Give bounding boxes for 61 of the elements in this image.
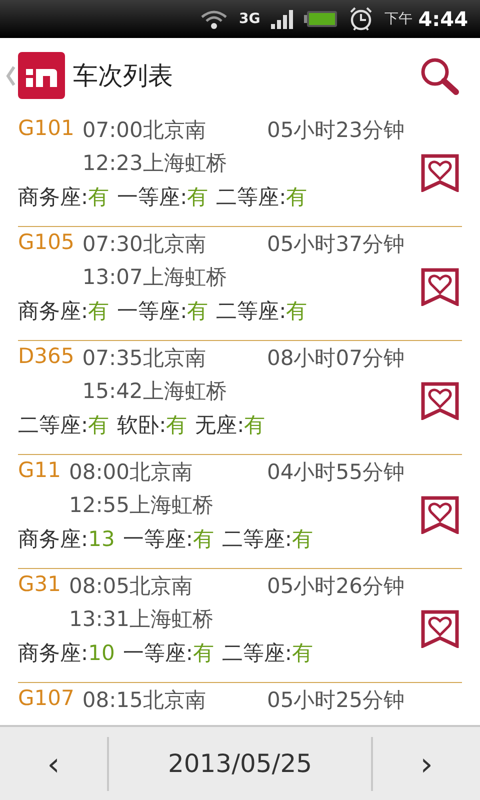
- seat-availability: 一等座:有: [122, 640, 214, 667]
- departure-time: 08:15北京南: [82, 687, 207, 714]
- heart-bookmark-icon[interactable]: [421, 268, 459, 306]
- seat-availability: 二等座:有: [216, 298, 308, 325]
- departure-time: 07:00北京南: [82, 117, 207, 144]
- travel-duration: 05小时37分钟: [267, 231, 406, 258]
- seat-availability: 商务座:有: [18, 184, 110, 211]
- departure-time: 08:05北京南: [69, 573, 194, 600]
- arrival-time: 15:42上海虹桥: [82, 378, 228, 405]
- travel-duration: 04小时55分钟: [267, 459, 406, 486]
- arrival-time: 12:55上海虹桥: [69, 492, 215, 519]
- clock: 4:44: [418, 7, 468, 31]
- train-item[interactable]: D365 07:35北京南 15:42上海虹桥 08小时07分钟 二等座:有 软卧:有 无座:有: [18, 341, 462, 455]
- seat-availability: 商务座:13: [18, 526, 115, 553]
- train-item[interactable]: G105 07:30北京南 13:07上海虹桥 05小时37分钟 商务座:有 一等座:有 二等座:有: [18, 227, 462, 341]
- network-label: 3G: [239, 11, 260, 27]
- heart-bookmark-icon[interactable]: [421, 610, 459, 648]
- alarm-icon: [348, 6, 374, 32]
- train-number: D365: [18, 344, 74, 370]
- seat-availability: 一等座:有: [117, 184, 208, 211]
- arrival-time: 13:31上海虹桥: [69, 606, 215, 633]
- train-item[interactable]: G101 07:00北京南 12:23上海虹桥 05小时23分钟 商务座:有 一等座:有 二等座:有: [18, 113, 462, 227]
- search-icon[interactable]: [420, 56, 460, 94]
- departure-time: 08:00北京南: [69, 459, 194, 486]
- seat-availability: 一等座:有: [117, 298, 208, 325]
- seat-availability: 一等座:有: [122, 526, 214, 553]
- train-item[interactable]: G11 08:00北京南 12:55上海虹桥 04小时55分钟 商务座:13 一等座:有 二等座:有: [18, 455, 462, 569]
- page-title: 车次列表: [73, 60, 173, 92]
- date-label: 2013/05/25: [107, 736, 373, 790]
- train-number: G105: [18, 230, 74, 256]
- seat-availability: 商务座:10: [18, 640, 115, 667]
- seat-availability: 商务座:有: [18, 298, 110, 325]
- time-period: 下午: [384, 10, 412, 28]
- train-number: G107: [18, 686, 74, 712]
- train-item[interactable]: G31 08:05北京南 13:31上海虹桥 05小时26分钟 商务座:10 一等座:有 二等座:有: [18, 569, 462, 683]
- next-day-button[interactable]: ›: [373, 736, 480, 790]
- travel-duration: 08小时07分钟: [267, 345, 406, 372]
- battery-icon: [304, 10, 338, 28]
- signal-icon: [270, 9, 294, 29]
- train-number: G31: [18, 572, 61, 598]
- travel-duration: 05小时23分钟: [267, 117, 406, 144]
- app-logo-icon: [18, 52, 65, 99]
- arrival-time: 13:07上海虹桥: [82, 264, 228, 291]
- seat-availability: 软卧:有: [117, 412, 188, 439]
- wifi-icon: [199, 8, 230, 30]
- seat-availability: 二等座:有: [18, 412, 110, 439]
- seat-availability: 无座:有: [195, 412, 266, 439]
- previous-day-button[interactable]: ‹: [0, 736, 107, 790]
- travel-duration: 05小时25分钟: [267, 687, 406, 714]
- heart-bookmark-icon[interactable]: [421, 496, 459, 534]
- departure-time: 07:35北京南: [82, 345, 207, 372]
- seat-availability: 二等座:有: [216, 184, 308, 211]
- departure-time: 07:30北京南: [82, 231, 207, 258]
- heart-bookmark-icon[interactable]: [421, 382, 459, 420]
- train-number: G101: [18, 116, 74, 142]
- seat-availability: 二等座:有: [222, 526, 313, 553]
- travel-duration: 05小时26分钟: [267, 573, 406, 600]
- heart-bookmark-icon[interactable]: [421, 154, 459, 192]
- train-number: G11: [18, 458, 61, 484]
- seat-availability: 二等座:有: [222, 640, 313, 667]
- arrival-time: 12:23上海虹桥: [82, 150, 228, 177]
